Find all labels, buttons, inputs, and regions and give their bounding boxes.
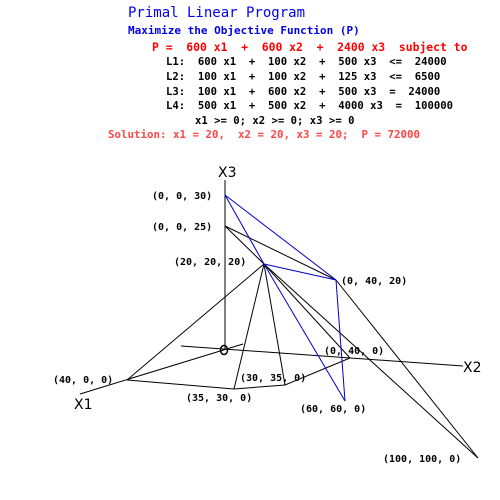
edge-p040-20-p60 — [335, 279, 346, 402]
point-label-35-30-0: (35, 30, 0) — [186, 393, 252, 404]
edge-p20-p100 — [263, 263, 479, 459]
point-label-40-0-0: (40, 0, 0) — [53, 375, 113, 386]
x1-axis-label: X1 — [74, 397, 93, 413]
point-label-20-20-20: (20, 20, 20) — [174, 257, 246, 268]
edge-p20-p040 — [263, 263, 351, 359]
point-label-30-35-0: (30, 35, 0) — [240, 373, 306, 384]
edge-p40-p35-30 — [126, 379, 235, 390]
point-label-0-40-0: (0, 40, 0) — [324, 346, 384, 357]
x1-axis — [79, 343, 244, 395]
edge-p20-p35-30 — [233, 263, 265, 390]
point-label-0-0-25: (0, 0, 25) — [152, 222, 212, 233]
point-label-0-0-30: (0, 0, 30) — [152, 191, 212, 202]
point-label-0-40-20: (0, 40, 20) — [341, 276, 407, 287]
x2-axis-label: X2 — [463, 360, 482, 376]
point-label-60-60-0: (60, 60, 0) — [300, 404, 366, 415]
edge-p40-p20 — [126, 263, 265, 381]
edge-p30-p20 — [224, 194, 265, 265]
point-label-100-100-0: (100, 100, 0) — [383, 454, 461, 465]
lp-3d-diagram: X3 X2 X1 (0, 0, 30) (0, 0, 25) (20, 20, … — [53, 165, 482, 465]
edge-p35-30-p30-35 — [233, 384, 286, 390]
edge-p25-p040-20 — [224, 225, 337, 281]
x3-axis-label: X3 — [218, 165, 237, 181]
edge-p040-20-p100 — [335, 279, 479, 459]
